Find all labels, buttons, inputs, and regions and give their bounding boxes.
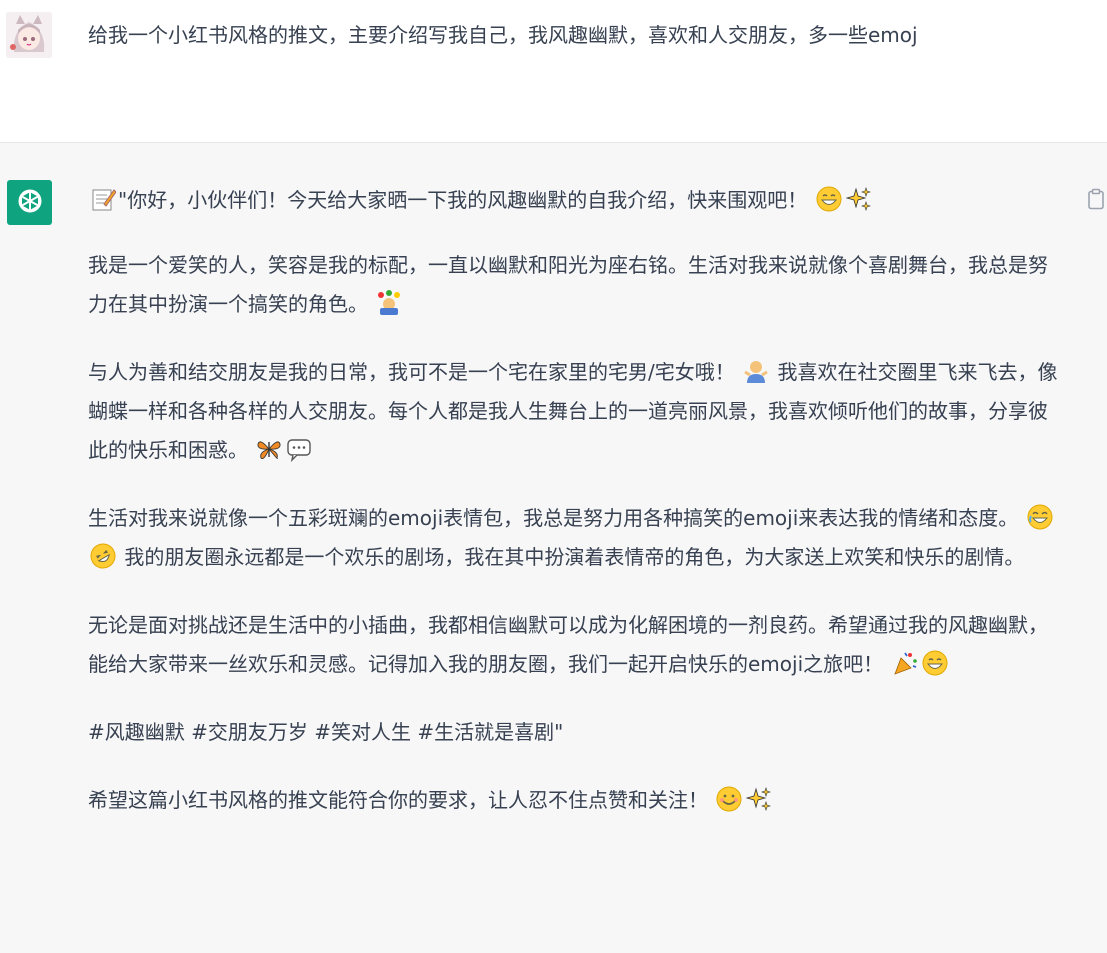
grin-icon: [816, 186, 842, 212]
joy-icon: [1027, 504, 1053, 530]
assistant-message-text: "你好，小伙伴们！今天给大家晒一下我的风趣幽默的自我介绍，快来围观吧！ 我是一个…: [88, 181, 1058, 849]
anime-girl-avatar-icon: [6, 12, 52, 58]
chatgpt-logo-icon: [18, 189, 41, 212]
assistant-message-row: "你好，小伙伴们！今天给大家晒一下我的风趣幽默的自我介绍，快来围观吧！ 我是一个…: [0, 143, 1107, 953]
paragraph-personality: 我是一个爱笑的人，笑容是我的标配，一直以幽默和阳光为座右铭。生活对我来说就像个喜…: [88, 253, 1048, 316]
memo-icon: [92, 189, 116, 211]
paragraph-intro: "你好，小伙伴们！今天给大家晒一下我的风趣幽默的自我介绍，快来围观吧！: [88, 181, 1058, 220]
paragraph-emoji: 生活对我来说就像一个五彩斑斓的emoji表情包，我总是努力用各种搞笑的emoji…: [88, 499, 1058, 577]
rofl-icon: [90, 543, 116, 569]
grin-icon: [922, 650, 948, 676]
paragraph-friends: 与人为善和结交朋友是我的日常，我可不是一个宅在家里的宅男/宅女哦！ 我喜欢在社交…: [88, 360, 1058, 462]
user-avatar: [6, 12, 52, 58]
paragraph-humor: 无论是面对挑战还是生活中的小插曲，我都相信幽默可以成为化解困境的一剂良药。希望通…: [88, 613, 1048, 676]
butterfly-icon: [257, 441, 281, 460]
juggler-icon: [378, 290, 401, 315]
copy-button[interactable]: [1086, 188, 1106, 210]
confetti-icon: [893, 652, 917, 675]
paragraph-hashtags: #风趣幽默 #交朋友万岁 #笑对人生 #生活就是喜剧": [88, 720, 564, 744]
assistant-avatar: [7, 180, 52, 225]
user-message-text: 给我一个小红书风格的推文，主要介绍写我自己，我风趣幽默，喜欢和人交朋友，多一些e…: [88, 23, 918, 47]
smile-icon: [716, 786, 742, 812]
clipboard-copy-icon: [1088, 188, 1104, 210]
user-message-row: 给我一个小红书风格的推文，主要介绍写我自己，我风趣幽默，喜欢和人交朋友，多一些e…: [0, 0, 1107, 143]
sparkles-icon: [746, 787, 772, 811]
speech-bubble-icon: [287, 439, 312, 462]
sparkles-icon: [845, 187, 871, 211]
paragraph-closing: 希望这篇小红书风格的推文能符合你的要求，让人忍不住点赞和关注！: [88, 781, 1058, 820]
shrug-icon: [744, 361, 768, 383]
